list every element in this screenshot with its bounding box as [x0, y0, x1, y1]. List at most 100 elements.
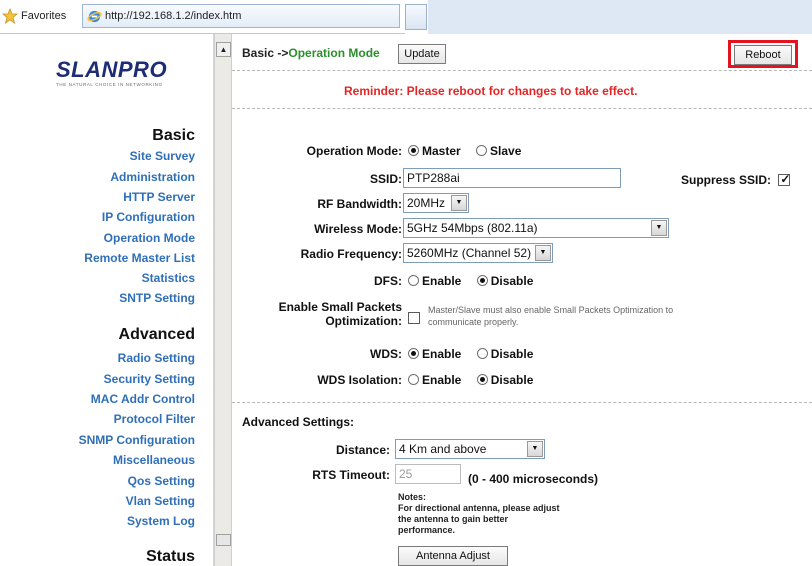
nav-item-sntp-setting[interactable]: SNTP Setting: [119, 291, 195, 305]
browser-bar: Favorites http://192.168.1.2/index.htm: [0, 0, 812, 34]
nav-item-snmp-configuration[interactable]: SNMP Configuration: [79, 433, 195, 447]
wds-isolation-radios: Enable Disable: [408, 373, 545, 387]
nav-item-security-setting[interactable]: Security Setting: [104, 372, 195, 386]
nav-item-remote-master-list[interactable]: Remote Master List: [84, 251, 195, 265]
radio-wds-enable-label: Enable: [422, 347, 462, 361]
nav-item-administration[interactable]: Administration: [110, 170, 195, 184]
small-packets-label-line1: Enable Small Packets: [278, 300, 402, 314]
radio-wds-isolation-disable-label: Disable: [490, 373, 534, 387]
star-icon: [2, 8, 18, 24]
suppress-ssid-label: Suppress SSID:: [681, 173, 772, 187]
radio-dfs-disable-label: Disable: [490, 274, 534, 288]
suppress-ssid-checkbox[interactable]: [778, 172, 790, 186]
dfs-label: DFS:: [374, 274, 402, 288]
chevron-down-icon: ▼: [651, 220, 667, 236]
rf-bandwidth-select[interactable]: 20MHz ▼: [403, 193, 469, 213]
distance-label: Distance:: [335, 443, 390, 457]
breadcrumb-current: Operation Mode: [288, 46, 380, 60]
operation-mode-label: Operation Mode:: [306, 144, 402, 158]
new-tab-button[interactable]: [405, 4, 427, 30]
notes-line: For directional antenna, please adjust: [398, 503, 560, 513]
nav-section-basic: Basic: [152, 127, 195, 144]
rts-timeout-hint: (0 - 400 microseconds): [468, 472, 599, 486]
radio-wds-disable-label: Disable: [490, 347, 534, 361]
small-packets-note-line2: communicate properly.: [428, 317, 519, 327]
reminder-text: Reminder: Please reboot for changes to t…: [344, 84, 638, 98]
rts-timeout-label: RTS Timeout:: [312, 468, 390, 482]
radio-dfs-enable[interactable]: [408, 275, 419, 286]
nav-item-vlan-setting[interactable]: Vlan Setting: [126, 494, 195, 508]
logo-tagline: THE NATURAL CHOICE IN NETWORKING: [56, 82, 163, 87]
chevron-down-icon: ▼: [535, 245, 551, 261]
radio-frequency-select[interactable]: 5260MHz (Channel 52) ▼: [403, 243, 553, 263]
breadcrumb-prefix: Basic ->: [242, 46, 289, 60]
toolbar-background: [428, 0, 812, 34]
notes-line: the antenna to gain better: [398, 514, 509, 524]
small-packets-note-line1: Master/Slave must also enable Small Pack…: [428, 305, 674, 315]
favorites-bar: Favorites http://192.168.1.2/index.htm: [0, 0, 405, 34]
slanpro-logo: SLANPRO THE NATURAL CHOICE IN NETWORKING: [56, 59, 192, 95]
suppress-ssid-control: Suppress SSID:: [681, 172, 790, 187]
breadcrumb: Basic ->Operation Mode: [242, 46, 380, 60]
ssid-input[interactable]: PTP288ai: [403, 168, 621, 188]
nav-item-protocol-filter[interactable]: Protocol Filter: [114, 412, 195, 426]
nav-item-http-server[interactable]: HTTP Server: [123, 190, 195, 204]
divider: [232, 108, 812, 109]
rf-bandwidth-label: RF Bandwidth:: [317, 197, 402, 211]
small-packets-checkbox[interactable]: [408, 312, 420, 324]
nav-scrollbar[interactable]: ▲: [214, 34, 232, 566]
ie-page-icon: [87, 10, 102, 22]
nav-item-mac-addr-control[interactable]: MAC Addr Control: [91, 392, 195, 406]
radio-wds-enable[interactable]: [408, 348, 419, 359]
url-text: http://192.168.1.2/index.htm: [105, 10, 242, 22]
radio-wds-disable[interactable]: [476, 348, 488, 359]
nav-item-qos-setting[interactable]: Qos Setting: [128, 474, 195, 488]
nav-item-miscellaneous[interactable]: Miscellaneous: [113, 453, 195, 467]
left-navigation: SLANPRO THE NATURAL CHOICE IN NETWORKING…: [0, 34, 214, 566]
small-packets-note: Master/Slave must also enable Small Pack…: [428, 304, 673, 328]
nav-item-system-log[interactable]: System Log: [127, 514, 195, 528]
radio-frequency-label: Radio Frequency:: [300, 247, 402, 261]
favorites-label: Favorites: [21, 10, 67, 22]
scroll-up-arrow-icon[interactable]: ▲: [216, 42, 231, 57]
small-packets-label: Enable Small Packets Optimization:: [279, 300, 402, 328]
radio-slave[interactable]: [476, 145, 488, 156]
distance-value: 4 Km and above: [399, 442, 487, 456]
distance-select[interactable]: 4 Km and above ▼: [395, 439, 545, 459]
notes-line: performance.: [398, 525, 456, 535]
nav-item-site-survey[interactable]: Site Survey: [130, 149, 195, 163]
logo-word: SLANPRO: [56, 57, 168, 82]
rf-bandwidth-value: 20MHz: [407, 196, 446, 210]
radio-master[interactable]: [408, 145, 419, 156]
notes-line: Notes:: [398, 492, 427, 502]
radio-wds-isolation-enable[interactable]: [408, 374, 419, 385]
radio-master-label: Master: [422, 144, 461, 158]
operation-mode-radios: Master Slave: [408, 144, 533, 158]
antenna-adjust-button[interactable]: Antenna Adjust: [398, 546, 508, 566]
wds-radios: Enable Disable: [408, 347, 545, 361]
favorites-button[interactable]: Favorites: [2, 5, 78, 27]
address-tab[interactable]: http://192.168.1.2/index.htm: [82, 4, 400, 28]
wds-isolation-label: WDS Isolation:: [317, 373, 402, 387]
ssid-label: SSID:: [369, 172, 402, 186]
nav-item-ip-configuration[interactable]: IP Configuration: [102, 210, 195, 224]
nav-item-radio-setting[interactable]: Radio Setting: [118, 351, 195, 365]
wireless-mode-select[interactable]: 5GHz 54Mbps (802.11a) ▼: [403, 218, 669, 238]
radio-dfs-enable-label: Enable: [422, 274, 462, 288]
antenna-notes: Notes: For directional antenna, please a…: [398, 492, 608, 536]
small-packets-label-line2: Optimization:: [325, 314, 402, 328]
radio-wds-isolation-disable[interactable]: [476, 374, 488, 385]
wireless-mode-value: 5GHz 54Mbps (802.11a): [407, 221, 538, 235]
wds-label: WDS:: [370, 347, 402, 361]
dfs-radios: Enable Disable: [408, 274, 545, 288]
scroll-thumb[interactable]: [216, 534, 231, 546]
nav-item-statistics[interactable]: Statistics: [142, 271, 195, 285]
nav-item-operation-mode[interactable]: Operation Mode: [104, 231, 195, 245]
radio-slave-label: Slave: [490, 144, 522, 158]
reboot-button[interactable]: Reboot: [734, 45, 792, 65]
chevron-down-icon: ▼: [527, 441, 543, 457]
rts-timeout-input[interactable]: 25: [395, 464, 461, 484]
divider: [232, 402, 812, 403]
update-button[interactable]: Update: [398, 44, 446, 64]
radio-dfs-disable[interactable]: [476, 275, 488, 286]
